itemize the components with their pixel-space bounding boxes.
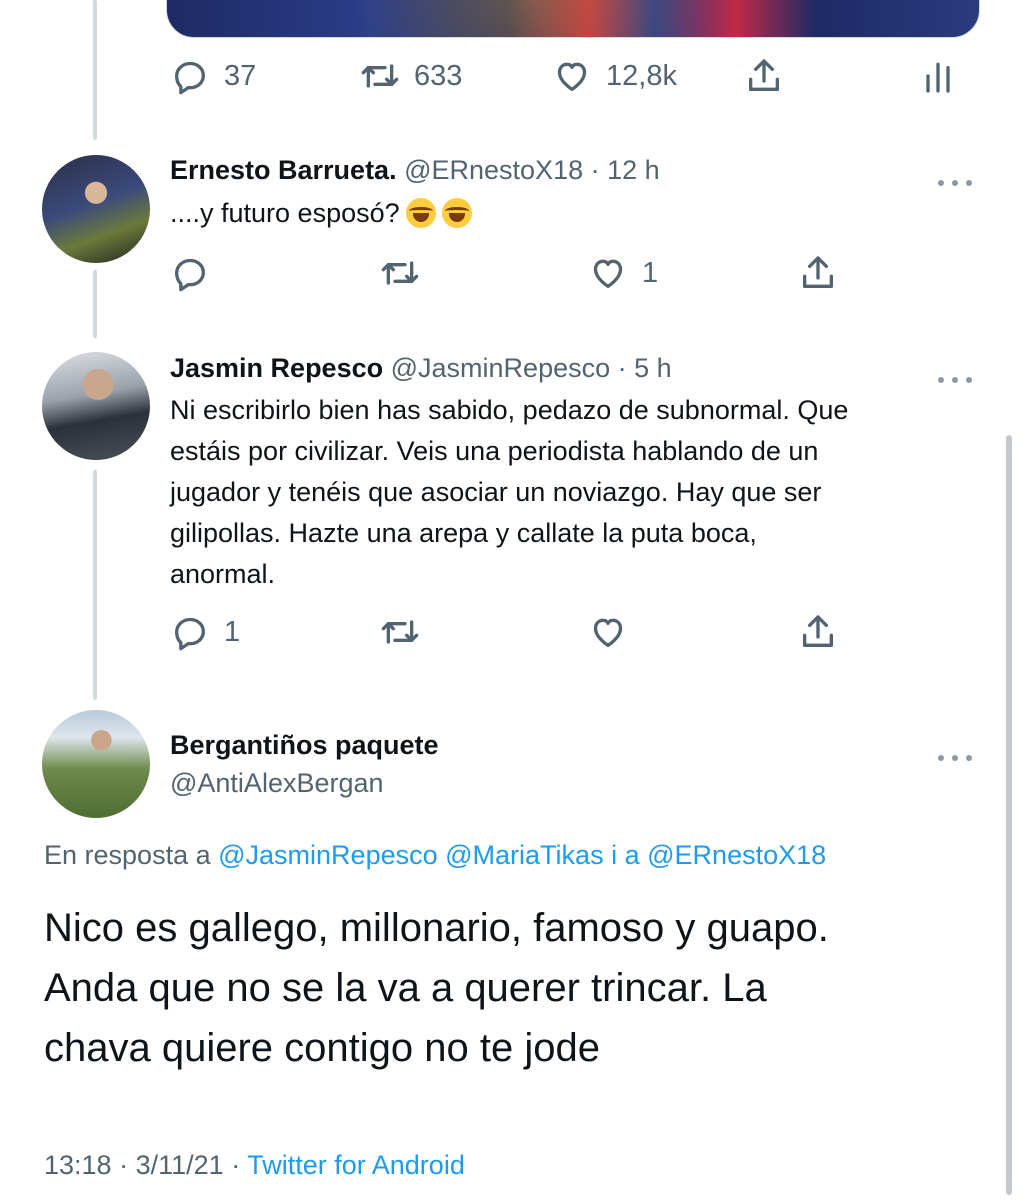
- analytics-button[interactable]: [918, 56, 958, 96]
- tweet-text-content: ....y futuro esposó?: [170, 198, 400, 228]
- share-icon: [803, 256, 833, 288]
- tears-of-joy-emoji-icon: [441, 198, 472, 228]
- more-options-button[interactable]: [935, 165, 975, 196]
- handle-row: @AntiAlexBergan: [170, 768, 384, 799]
- scrollbar-thumb[interactable]: [1006, 435, 1012, 1195]
- tweet-text-line: chava quiere contigo no te jode: [44, 1026, 600, 1070]
- mention-link[interactable]: @MariaTikas: [445, 840, 603, 870]
- tweet-text: ....y futuro esposó?: [170, 193, 472, 234]
- share-button[interactable]: [798, 253, 838, 293]
- display-name[interactable]: Jasmin Repesco: [170, 353, 383, 383]
- tears-of-joy-emoji-icon: [405, 198, 436, 228]
- more-options-button[interactable]: [935, 362, 975, 393]
- share-icon: [803, 615, 833, 647]
- retweet-count: 633: [414, 59, 463, 92]
- retweet-button[interactable]: 633: [360, 56, 462, 96]
- tweet-header: Ernesto Barrueta. @ERnestoX18 · 12 h: [170, 155, 660, 186]
- avatar[interactable]: [42, 352, 150, 460]
- retweet-button[interactable]: [380, 612, 420, 652]
- reply-count: 37: [224, 59, 257, 92]
- reply-icon: [175, 61, 205, 95]
- thread-line: [93, 270, 97, 338]
- retweet-icon: [381, 620, 419, 644]
- thread-line: [93, 0, 97, 140]
- share-icon: [749, 59, 779, 92]
- heart-icon: [593, 618, 623, 647]
- heart-icon: [593, 259, 623, 288]
- tweet-date[interactable]: 3/11/21: [136, 1150, 224, 1180]
- analytics-icon: [926, 62, 950, 93]
- tweet-meta: 13:18 · 3/11/21 · Twitter for Android: [44, 1150, 465, 1181]
- focus-tweet-text: Nico es gallego, millonario, famoso y gu…: [44, 898, 829, 1078]
- share-button[interactable]: [798, 612, 838, 652]
- avatar[interactable]: [42, 155, 150, 263]
- more-icon: [938, 755, 972, 761]
- reply-icon: [175, 617, 205, 651]
- user-handle[interactable]: @JasminRepesco: [391, 353, 611, 383]
- avatar[interactable]: [42, 710, 150, 818]
- mention-link[interactable]: @JasminRepesco: [218, 840, 438, 870]
- retweet-icon: [381, 261, 419, 285]
- tweet-text-line: gilipollas. Hazte una arepa y callate la…: [170, 518, 757, 548]
- reply-context-prefix: En resposta a: [44, 840, 211, 870]
- like-count: 12,8k: [606, 59, 677, 92]
- separator: ·: [119, 1150, 129, 1180]
- display-name[interactable]: Ernesto Barrueta.: [170, 155, 397, 185]
- like-button[interactable]: [588, 612, 628, 652]
- more-icon: [938, 180, 972, 186]
- tweet-time[interactable]: 13:18: [44, 1150, 112, 1180]
- mention-connector: i a: [611, 840, 640, 870]
- tweet-text-line: Nico es gallego, millonario, famoso y gu…: [44, 906, 829, 950]
- tweet-text: Ni escribirlo bien has sabido, pedazo de…: [170, 390, 970, 595]
- display-name[interactable]: Bergantiños paquete: [170, 730, 439, 760]
- thread-line: [93, 470, 97, 700]
- tweet-source[interactable]: Twitter for Android: [247, 1150, 465, 1180]
- tweet-text-line: Ni escribirlo bien has sabido, pedazo de…: [170, 395, 849, 425]
- share-button[interactable]: [744, 56, 784, 96]
- retweet-button[interactable]: [380, 253, 420, 293]
- user-handle[interactable]: @ERnestoX18: [404, 155, 583, 185]
- tweet-text-line: estáis por civilizar. Veis una periodist…: [170, 436, 819, 466]
- more-options-button[interactable]: [935, 740, 975, 771]
- like-count: 1: [642, 256, 659, 289]
- tweet-text-line: anormal.: [170, 559, 276, 589]
- mention-link[interactable]: @ERnestoX18: [647, 840, 826, 870]
- heart-icon: [557, 62, 587, 92]
- like-button[interactable]: 12,8k: [552, 56, 677, 96]
- tweet-time[interactable]: · 12 h: [591, 155, 660, 185]
- tweet-time[interactable]: · 5 h: [618, 353, 672, 383]
- display-name-row: Bergantiños paquete: [170, 730, 439, 761]
- tweet-text-line: Anda que no se la va a querer trincar. L…: [44, 966, 767, 1010]
- tweet-header: Jasmin Repesco @JasminRepesco · 5 h: [170, 353, 672, 384]
- reply-count: 1: [224, 615, 241, 648]
- more-icon: [938, 377, 972, 383]
- reply-button[interactable]: 37: [170, 56, 256, 96]
- reply-button[interactable]: 1: [170, 612, 240, 652]
- retweet-icon: [361, 64, 399, 88]
- reply-icon: [175, 258, 205, 292]
- tweet-text-line: jugador y tenéis que asociar un noviazgo…: [170, 477, 822, 507]
- reply-button[interactable]: [170, 253, 210, 293]
- tweet-media-image[interactable]: [166, 0, 980, 38]
- like-button[interactable]: 1: [588, 253, 658, 293]
- separator: ·: [231, 1150, 241, 1180]
- user-handle[interactable]: @AntiAlexBergan: [170, 768, 384, 798]
- reply-context: En resposta a @JasminRepesco @MariaTikas…: [44, 840, 826, 871]
